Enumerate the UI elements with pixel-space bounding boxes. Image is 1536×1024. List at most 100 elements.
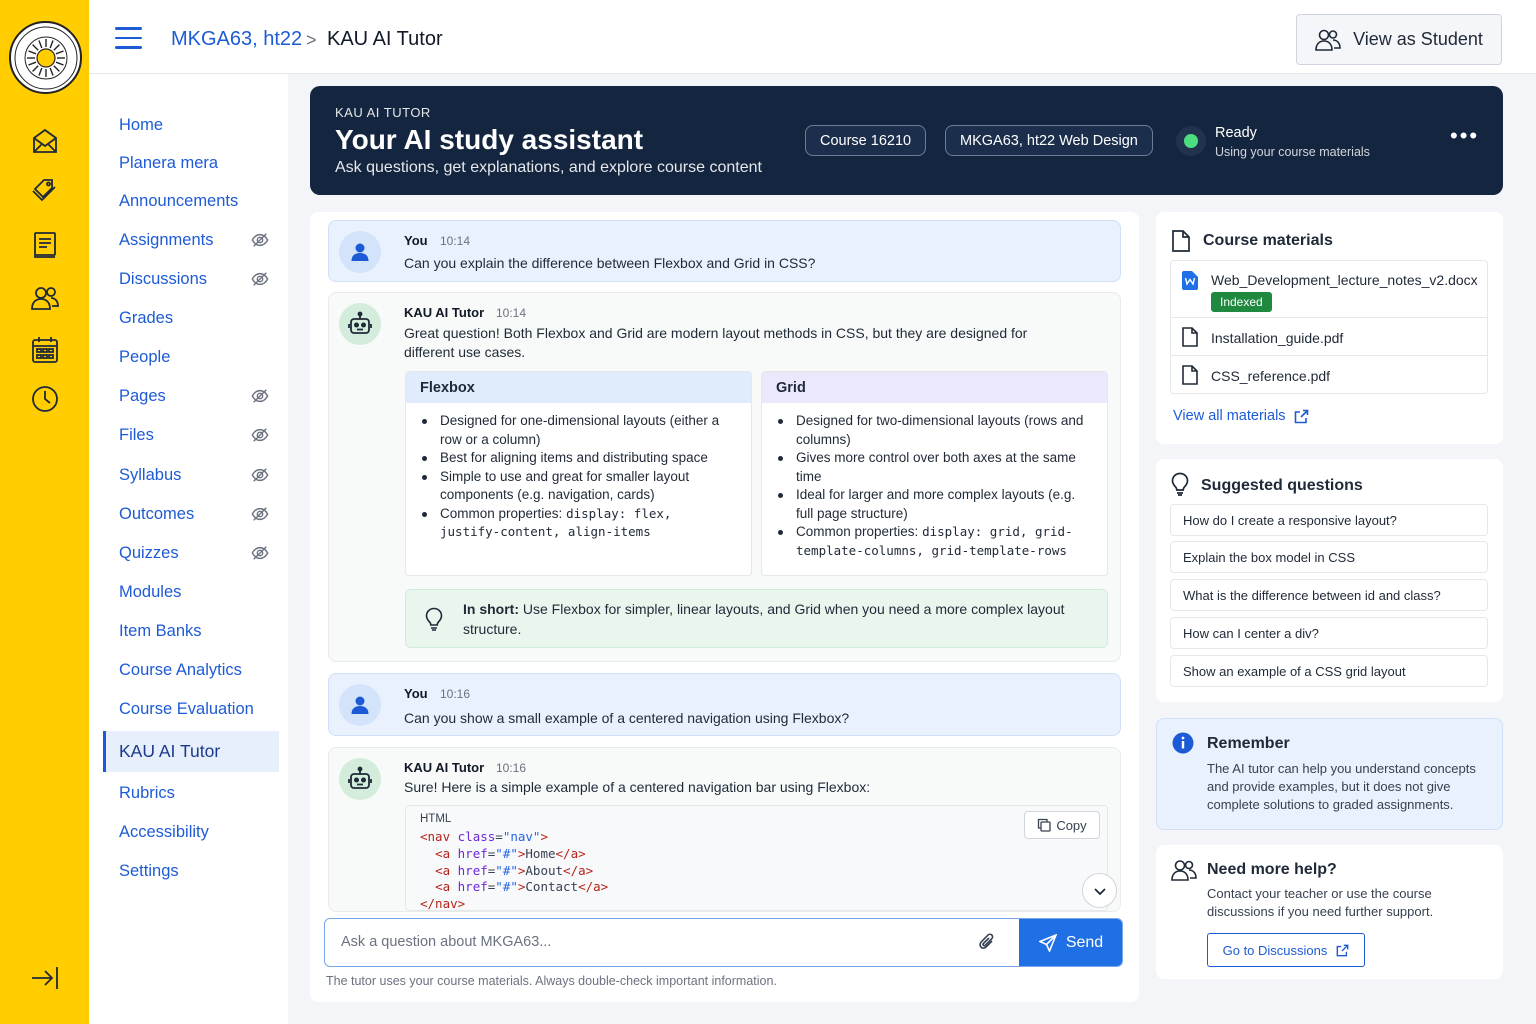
nav-item-rubrics[interactable]: Rubrics [103,774,279,812]
tutor-message: KAU AI Tutor 10:16 Sure! Here is a simpl… [328,747,1121,912]
menu-icon[interactable] [115,27,142,49]
nav-item-quizzes[interactable]: Quizzes [103,534,279,572]
nav-item-kau-ai-tutor[interactable]: KAU AI Tutor [103,731,279,772]
paperclip-icon[interactable] [978,932,996,955]
need-help-card: Need more help? Contact your teacher or … [1156,845,1503,979]
suggested-question[interactable]: How do I create a responsive layout? [1170,504,1488,536]
view-all-materials-link[interactable]: View all materials [1173,408,1309,424]
nav-item-item-banks[interactable]: Item Banks [103,612,279,650]
nav-item-label: Assignments [119,230,214,249]
suggested-question[interactable]: Show an example of a CSS grid layout [1170,655,1488,687]
nav-item-people[interactable]: People [103,338,279,376]
nav-item-grades[interactable]: Grades [103,299,279,337]
university-logo[interactable] [9,21,82,94]
courses-icon[interactable] [28,228,62,262]
nav-item-label: Course Analytics [119,660,242,679]
suggested-question[interactable]: How can I center a div? [1170,617,1488,649]
suggested-question[interactable]: What is the difference between id and cl… [1170,579,1488,611]
list-item: Designed for two-dimensional layouts (ro… [778,412,1093,449]
nav-item-files[interactable]: Files [103,416,279,454]
nav-item-settings[interactable]: Settings [103,852,279,890]
hidden-eye-icon [251,272,269,286]
nav-item-label: Files [119,425,154,444]
suggested-question[interactable]: Explain the box model in CSS [1170,541,1488,573]
message-author: KAU AI Tutor [404,305,485,320]
nav-item-pages[interactable]: Pages [103,377,279,415]
list-item: Designed for one-dimensional layouts (ei… [422,412,737,449]
nav-item-course-analytics[interactable]: Course Analytics [103,651,279,689]
pdf-file-icon [1182,365,1198,385]
message-text: Can you explain the difference between F… [404,255,816,271]
nav-item-assignments[interactable]: Assignments [103,221,279,259]
chat-panel: You 10:14 Can you explain the difference… [310,212,1139,1002]
material-item[interactable]: Installation_guide.pdf [1170,317,1488,356]
copy-label: Copy [1056,817,1087,833]
account-icon[interactable] [28,124,62,158]
disclaimer-text: The tutor uses your course materials. Al… [326,974,777,988]
material-item[interactable]: CSS_reference.pdf [1170,355,1488,394]
top-bar: MKGA63, ht22 > KAU AI Tutor View as Stud… [89,0,1536,74]
nav-item-course-evaluation[interactable]: Course Evaluation [103,690,279,728]
nav-item-label: Modules [119,582,182,601]
hero-kicker: KAU AI TUTOR [335,105,431,120]
code-block: HTML <nav class="nav"> <a href="#">Home<… [405,805,1108,911]
material-item[interactable]: Web_Development_lecture_notes_v2.docx In… [1170,260,1488,318]
breadcrumb-course[interactable]: MKGA63, ht22 [171,28,302,51]
message-time: 10:14 [496,306,527,320]
need-help-title: Need more help? [1207,861,1337,878]
scroll-to-bottom-button[interactable] [1082,873,1117,908]
nav-item-label: Settings [119,861,179,880]
tutor-header-banner: KAU AI TUTOR Your AI study assistant Ask… [310,86,1503,195]
question-input[interactable] [325,919,1015,965]
remember-title: Remember [1207,735,1290,752]
list-item: Gives more control over both axes at the… [778,449,1093,486]
nav-item-label: Course Evaluation [119,699,254,718]
nav-item-label: Accessibility [119,822,209,841]
info-icon [1172,732,1194,754]
nav-item-accessibility[interactable]: Accessibility [103,813,279,851]
material-name: CSS_reference.pdf [1211,368,1331,384]
message-composer: Send [324,918,1123,967]
nav-item-label: Grades [119,308,174,327]
status-indicator-icon [1176,126,1206,156]
nav-item-outcomes[interactable]: Outcomes [103,495,279,533]
nav-item-announcements[interactable]: Announcements [103,182,279,220]
calendar-icon[interactable] [28,333,62,367]
user-avatar-icon [339,231,381,273]
collapse-icon[interactable] [28,961,62,995]
history-icon[interactable] [28,382,62,416]
dashboard-icon[interactable] [28,173,62,207]
material-name: Installation_guide.pdf [1211,330,1344,346]
nav-item-home[interactable]: Home [103,106,279,144]
summary-text: In short: Use Flexbox for simpler, linea… [463,601,1065,637]
suggested-questions-card: Suggested questions How do I create a re… [1156,459,1503,702]
nav-item-planera-mera[interactable]: Planera mera [103,144,279,182]
list-item: Best for aligning items and distributing… [422,449,737,468]
nav-item-label: KAU AI Tutor [119,741,221,761]
hidden-eye-icon [251,468,269,482]
code-content: <nav class="nav"> <a href="#">Home</a> <… [420,829,609,911]
view-as-student-button[interactable]: View as Student [1296,14,1502,65]
nav-item-discussions[interactable]: Discussions [103,260,279,298]
groups-icon[interactable] [28,281,62,315]
go-to-discussions-button[interactable]: Go to Discussions [1207,933,1365,967]
course-materials-title: Course materials [1203,232,1333,249]
message-time: 10:14 [440,234,471,248]
nav-item-label: Syllabus [119,465,182,484]
copy-icon [1038,818,1051,832]
pdf-file-icon [1182,327,1198,347]
nav-item-label: People [119,347,171,366]
more-options-icon[interactable]: ••• [1450,125,1479,147]
copy-code-button[interactable]: Copy [1024,811,1100,839]
material-name: Web_Development_lecture_notes_v2.docx [1211,272,1478,288]
list-item: Common properties: display: grid, grid-t… [778,523,1093,560]
nav-item-label: Rubrics [119,783,175,802]
message-text: Great question! Both Flexbox and Grid ar… [404,325,1028,360]
word-document-icon [1182,271,1198,290]
tutor-message: KAU AI Tutor 10:14 Great question! Both … [328,292,1121,662]
nav-item-syllabus[interactable]: Syllabus [103,456,279,494]
send-button[interactable]: Send [1019,919,1122,966]
users-icon [1171,860,1197,881]
nav-item-modules[interactable]: Modules [103,573,279,611]
robot-avatar-icon [339,758,381,800]
